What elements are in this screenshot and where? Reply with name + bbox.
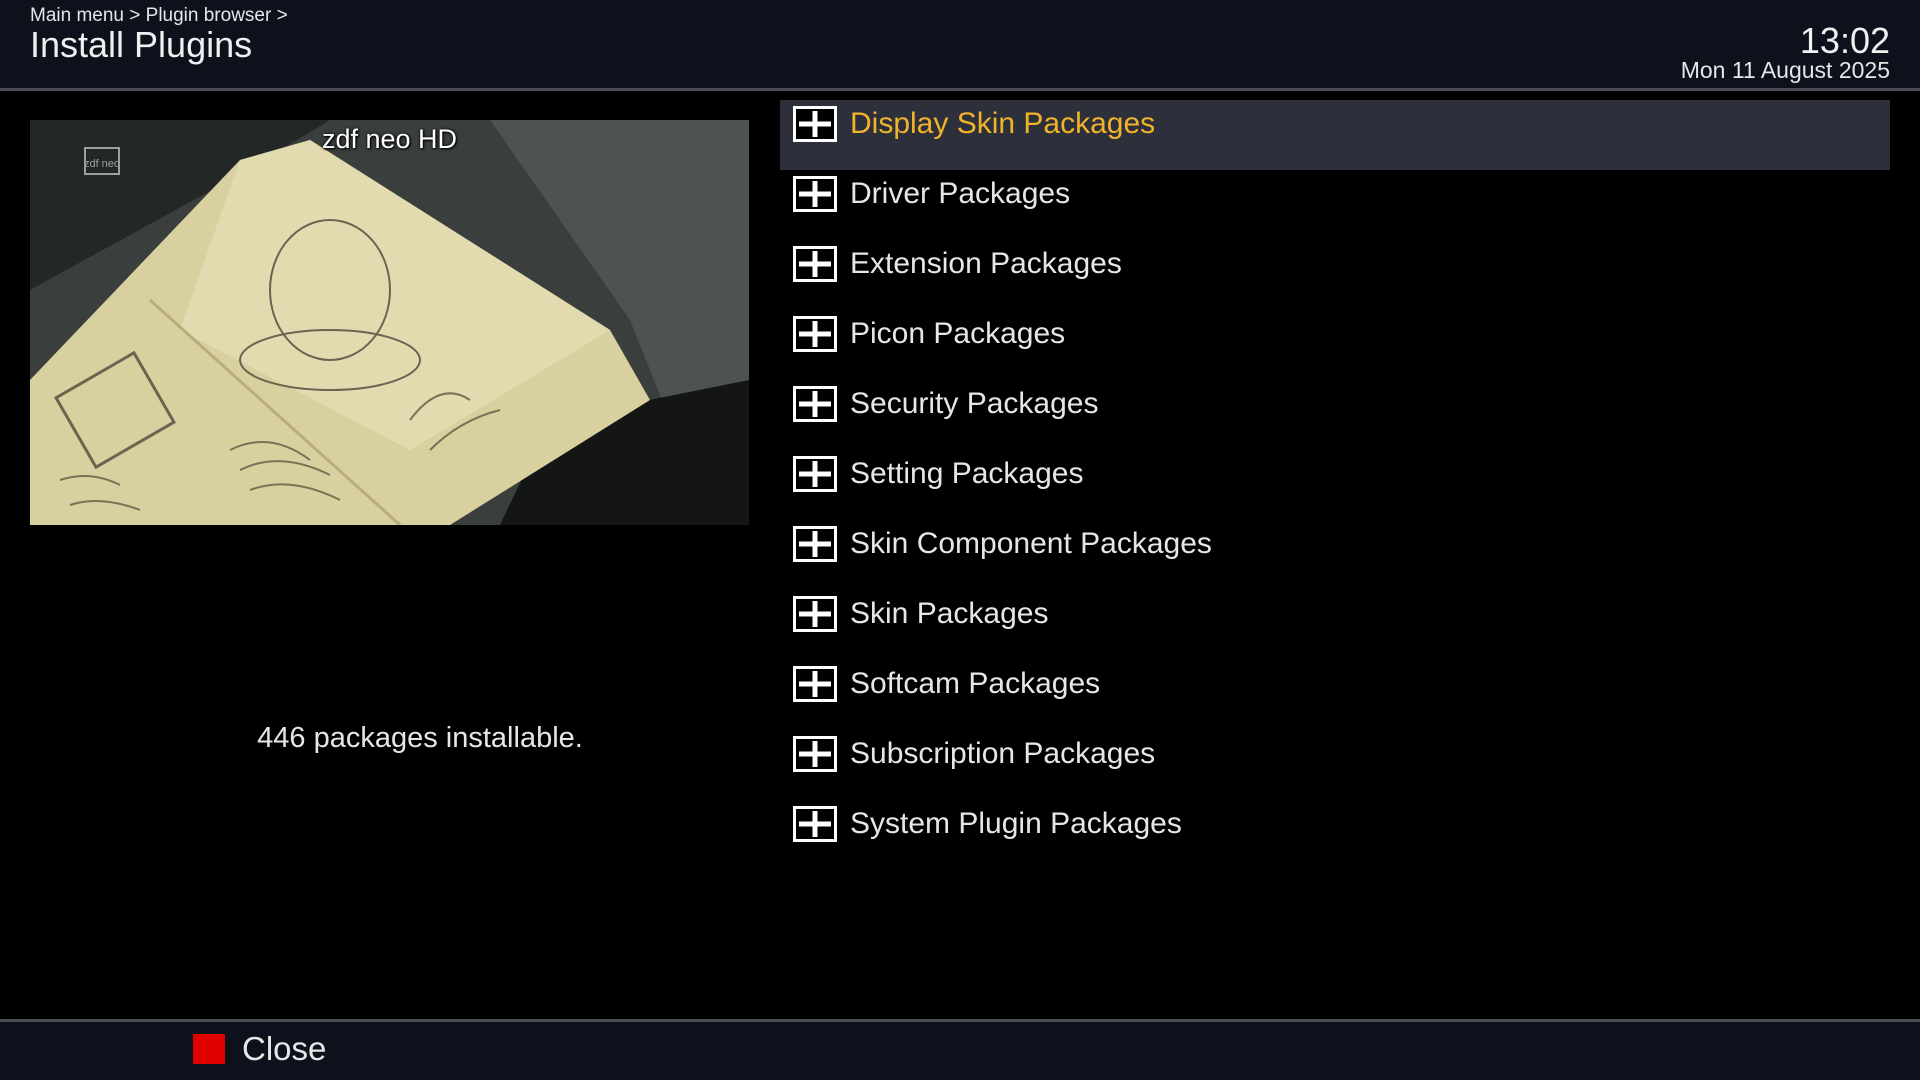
list-item[interactable]: System Plugin Packages [780, 800, 1890, 870]
list-item-label: Display Skin Packages [850, 107, 1156, 140]
clock: 13:02 [1799, 20, 1890, 61]
list-item-label: Subscription Packages [850, 737, 1156, 770]
date: Mon 11 August 2025 [1680, 57, 1890, 83]
list-item[interactable]: Softcam Packages [780, 660, 1890, 730]
packages-count-text: 446 packages installable. [257, 722, 583, 754]
list-item-label: Security Packages [850, 387, 1099, 420]
plus-box-icon [793, 666, 837, 702]
close-button[interactable]: Close [242, 1030, 326, 1068]
plus-box-icon [793, 386, 837, 422]
plus-box-icon [793, 316, 837, 352]
plus-box-icon [793, 736, 837, 772]
list-item[interactable]: Subscription Packages [780, 730, 1890, 800]
header-divider [0, 88, 1920, 91]
list-item[interactable]: Extension Packages [780, 240, 1890, 310]
category-list[interactable]: Display Skin Packages Driver Packages Ex… [780, 100, 1890, 870]
header-bar [0, 0, 1920, 88]
list-item[interactable]: Setting Packages [780, 450, 1890, 520]
list-item-label: Driver Packages [850, 177, 1071, 210]
list-item-label: Skin Packages [850, 597, 1049, 630]
plus-box-icon [793, 456, 837, 492]
plus-box-icon [793, 596, 837, 632]
list-item[interactable]: Driver Packages [780, 170, 1890, 240]
plus-box-icon [793, 806, 837, 842]
plus-box-icon [793, 106, 837, 142]
red-key-icon[interactable] [193, 1034, 225, 1064]
plus-box-icon [793, 176, 837, 212]
list-item-label: System Plugin Packages [850, 807, 1182, 840]
list-item-label: Skin Component Packages [850, 527, 1212, 560]
channel-logo: zdf neo [84, 158, 120, 170]
list-item[interactable]: Security Packages [780, 380, 1890, 450]
list-item[interactable]: Skin Packages [780, 590, 1890, 660]
tv-preview: zdf neo zdf neo HD [30, 120, 749, 525]
list-item[interactable]: Skin Component Packages [780, 520, 1890, 590]
list-item[interactable]: Picon Packages [780, 310, 1890, 380]
preview-image: zdf neo [30, 120, 749, 525]
page-title: Install Plugins [30, 24, 253, 65]
plus-box-icon [793, 526, 837, 562]
channel-name: zdf neo HD [321, 124, 458, 154]
list-item[interactable]: Display Skin Packages [780, 100, 1890, 170]
list-item-label: Softcam Packages [850, 667, 1101, 700]
list-item-label: Extension Packages [850, 247, 1122, 280]
plus-box-icon [793, 246, 837, 282]
list-item-label: Setting Packages [850, 457, 1084, 490]
list-item-label: Picon Packages [850, 317, 1066, 350]
